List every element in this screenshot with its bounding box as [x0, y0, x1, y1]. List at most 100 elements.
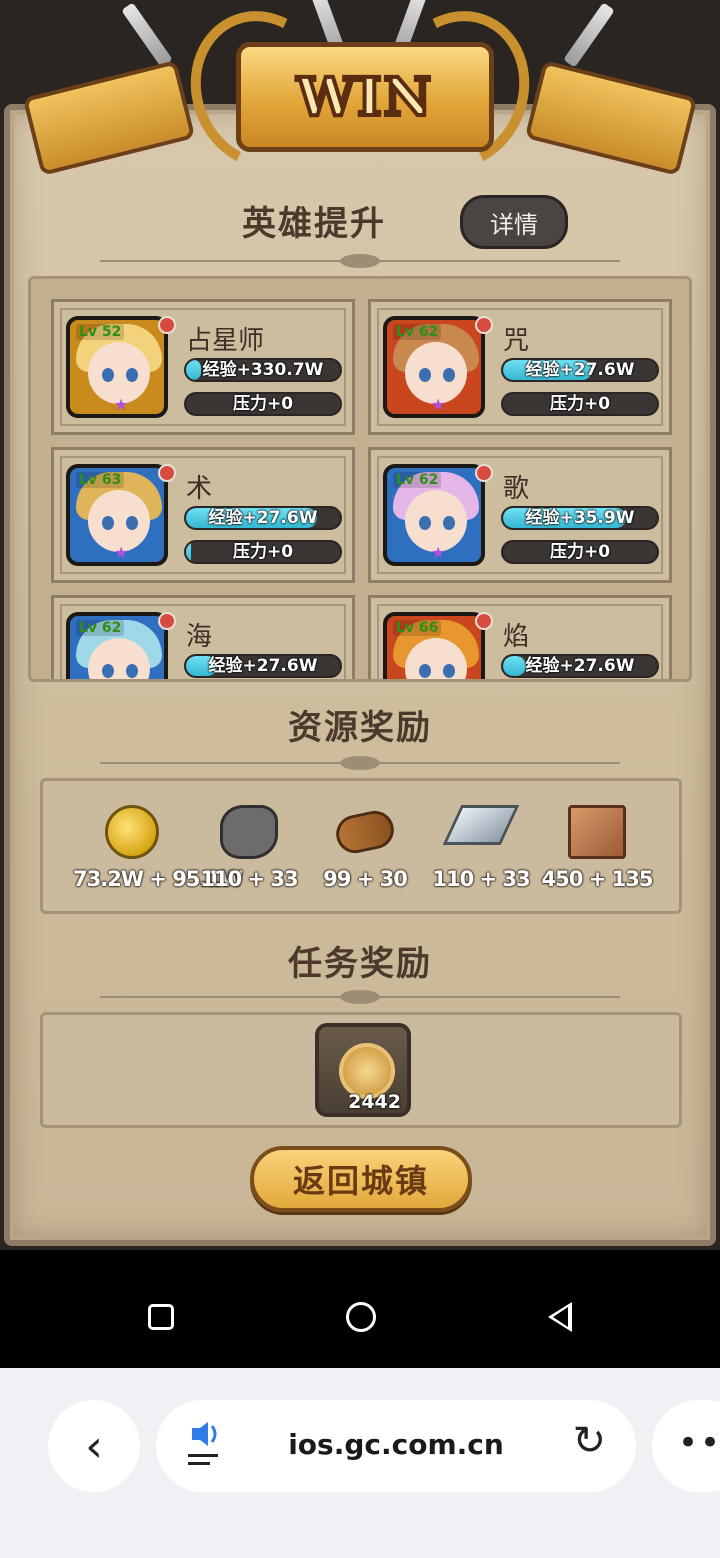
resource-amount: 99 + 30: [323, 867, 408, 891]
star-icon: ★: [114, 543, 129, 562]
hero-level: Lv 63: [76, 472, 125, 488]
pressure-text: 压力+0: [549, 394, 611, 414]
resource-amount: 110 + 33: [200, 867, 298, 891]
notification-dot: [475, 612, 493, 630]
hero-name: 歌: [503, 474, 530, 504]
reload-icon[interactable]: ↻: [572, 1418, 606, 1464]
resource-item: 73.2W + 95.1W: [73, 805, 243, 891]
resource-section-title: 资源奖励: [288, 708, 432, 748]
hero-portrait: Lv 52 ★: [66, 316, 168, 418]
game-screen: WIN 英雄提升 详情 Lv 52 ★ 占星师 经验+330.7W 压力+0 L…: [0, 0, 720, 1250]
notification-dot: [158, 612, 176, 630]
divider-ornament: [340, 990, 380, 1004]
resource-item: 110 + 33: [423, 805, 539, 891]
divider-ornament: [340, 254, 380, 268]
exp-text: 经验+27.6W: [525, 360, 635, 380]
hero-name: 海: [186, 622, 213, 652]
hero-card[interactable]: Lv 52 ★ 占星师 经验+330.7W 压力+0: [51, 299, 355, 435]
chevron-left-icon: ‹: [85, 1420, 103, 1472]
ribbon-main: WIN: [236, 42, 494, 152]
resource-rewards: 73.2W + 95.1W 110 + 33 99 + 30 110 + 33 …: [40, 778, 682, 914]
hero-portrait: Lv 62 ★: [383, 464, 485, 566]
star-icon: ★: [431, 543, 446, 562]
gold-coin-icon: [105, 805, 159, 859]
ribbon-left: [22, 60, 196, 176]
task-section-title: 任务奖励: [288, 944, 432, 984]
pressure-text: 压力+0: [232, 542, 294, 562]
exp-text: 经验+27.6W: [208, 656, 318, 676]
exp-bar: 经验+27.6W: [184, 654, 342, 678]
resource-amount: 450 + 135: [541, 867, 654, 891]
ribbon-right: [524, 60, 698, 176]
exp-text: 经验+35.9W: [525, 508, 635, 528]
hero-card[interactable]: Lv 62 ★ 歌 经验+35.9W 压力+0: [368, 447, 672, 583]
hero-level: Lv 62: [76, 620, 125, 636]
url-text: ios.gc.com.cn: [288, 1428, 504, 1461]
back-button[interactable]: ‹: [48, 1400, 140, 1492]
exp-bar: 经验+330.7W: [184, 358, 342, 382]
notification-dot: [475, 316, 493, 334]
hero-name: 咒: [503, 326, 530, 356]
ore-icon: [220, 805, 278, 859]
hero-level: Lv 66: [393, 620, 442, 636]
more-options-button[interactable]: •••: [652, 1400, 720, 1492]
return-town-button[interactable]: 返回城镇: [250, 1146, 472, 1212]
hero-card[interactable]: Lv 66 焰 经验+27.6W: [368, 595, 672, 679]
reward-count: 2442: [348, 1091, 401, 1113]
resource-item: 99 + 30: [307, 805, 423, 891]
hero-level: Lv 62: [393, 472, 442, 488]
resource-item: 450 + 135: [539, 805, 655, 891]
hero-name: 术: [186, 474, 213, 504]
hero-level: Lv 52: [76, 324, 125, 340]
hero-card[interactable]: Lv 62 ★ 咒 经验+27.6W 压力+0: [368, 299, 672, 435]
hero-name: 焰: [503, 622, 530, 652]
exp-bar: 经验+35.9W: [501, 506, 659, 530]
pressure-bar: 压力+0: [501, 540, 659, 564]
hero-portrait: Lv 66: [383, 612, 485, 679]
home-button[interactable]: [346, 1302, 376, 1332]
exp-text: 经验+27.6W: [525, 656, 635, 676]
browser-toolbar: ‹ ios.gc.com.cn ↻ •••: [0, 1368, 720, 1558]
more-icon: •••: [678, 1423, 720, 1463]
hero-name: 占星师: [186, 326, 265, 356]
star-icon: ★: [431, 395, 446, 414]
iron-ingot-icon: [442, 805, 520, 845]
pressure-bar: 压力+0: [184, 540, 342, 564]
pressure-text: 压力+0: [549, 542, 611, 562]
hero-portrait: Lv 62 ★: [383, 316, 485, 418]
resource-item: 110 + 33: [191, 805, 307, 891]
exp-text: 经验+330.7W: [202, 360, 324, 380]
wood-icon: [332, 807, 398, 857]
pressure-text: 压力+0: [232, 394, 294, 414]
notification-dot: [475, 464, 493, 482]
resource-amount: 73.2W + 95.1W: [73, 867, 243, 891]
task-rewards: 2442: [40, 1012, 682, 1128]
hero-card[interactable]: Lv 62 海 经验+27.6W: [51, 595, 355, 679]
exp-bar: 经验+27.6W: [501, 654, 659, 678]
back-triangle-button[interactable]: [548, 1302, 572, 1332]
address-bar[interactable]: ios.gc.com.cn ↻: [156, 1400, 636, 1492]
android-navigation-bar: [0, 1250, 720, 1368]
pressure-bar: 压力+0: [184, 392, 342, 416]
divider-ornament: [340, 756, 380, 770]
sword-decoration: [121, 2, 173, 68]
resource-amount: 110 + 33: [432, 867, 530, 891]
exp-text: 经验+27.6W: [208, 508, 318, 528]
exp-bar: 经验+27.6W: [184, 506, 342, 530]
recent-apps-button[interactable]: [148, 1304, 174, 1330]
sword-decoration: [563, 2, 615, 68]
hero-list[interactable]: Lv 52 ★ 占星师 经验+330.7W 压力+0 Lv 62 ★ 咒 经验+…: [28, 276, 692, 682]
win-title: WIN: [295, 65, 434, 130]
hero-portrait: Lv 63 ★: [66, 464, 168, 566]
star-icon: ★: [114, 395, 129, 414]
leather-icon: [568, 805, 626, 859]
win-banner: WIN: [22, 0, 698, 200]
task-reward-item[interactable]: 2442: [315, 1023, 411, 1117]
exp-bar: 经验+27.6W: [501, 358, 659, 382]
notification-dot: [158, 464, 176, 482]
detail-button[interactable]: 详情: [460, 195, 568, 249]
notification-dot: [158, 316, 176, 334]
hero-portrait: Lv 62: [66, 612, 168, 679]
hero-level: Lv 62: [393, 324, 442, 340]
hero-card[interactable]: Lv 63 ★ 术 经验+27.6W 压力+0: [51, 447, 355, 583]
